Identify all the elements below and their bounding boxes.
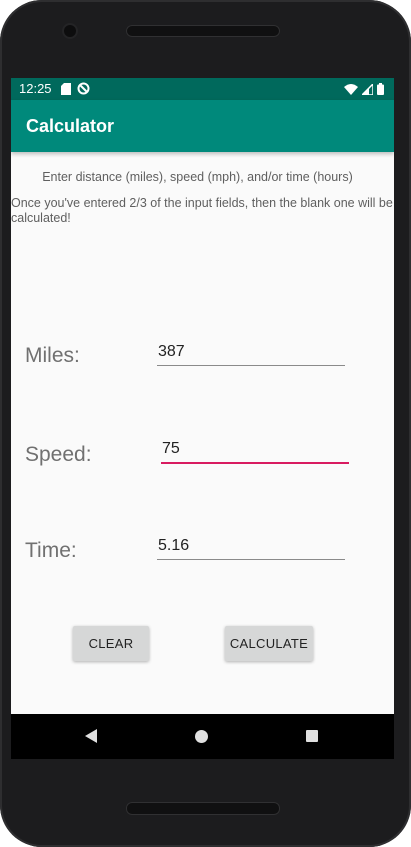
- no-sync-icon: [77, 82, 90, 95]
- miles-label: Miles:: [25, 344, 80, 367]
- calculate-button[interactable]: CALCULATE: [225, 626, 313, 661]
- recents-icon[interactable]: [306, 730, 318, 742]
- bottom-speaker: [126, 802, 280, 815]
- status-time: 12:25: [19, 81, 52, 96]
- navigation-bar: [11, 714, 394, 759]
- app-bar: Calculator: [11, 100, 394, 152]
- earpiece-speaker: [126, 25, 280, 37]
- phone-top-bezel: [0, 0, 411, 78]
- time-input[interactable]: [157, 532, 345, 560]
- back-icon[interactable]: [85, 729, 97, 743]
- wifi-icon: [344, 83, 358, 95]
- clear-button[interactable]: CLEAR: [73, 626, 149, 661]
- speed-label: Speed:: [25, 443, 92, 466]
- app-title: Calculator: [26, 116, 115, 136]
- sd-card-icon: [61, 82, 71, 95]
- miles-input[interactable]: [157, 338, 345, 366]
- home-icon[interactable]: [195, 730, 208, 743]
- status-bar: 12:25: [11, 78, 394, 100]
- battery-icon: [377, 83, 384, 95]
- signal-icon: [362, 83, 373, 95]
- time-label: Time:: [25, 539, 77, 562]
- phone-frame: 12:25 Calculator Enter distance (miles),…: [0, 0, 411, 847]
- speed-input[interactable]: [161, 436, 349, 464]
- instruction-text: Enter distance (miles), speed (mph), and…: [42, 170, 353, 184]
- front-camera: [64, 25, 76, 37]
- app-screen: 12:25 Calculator Enter distance (miles),…: [11, 78, 394, 759]
- note-text: Once you've entered 2/3 of the input fie…: [11, 196, 393, 225]
